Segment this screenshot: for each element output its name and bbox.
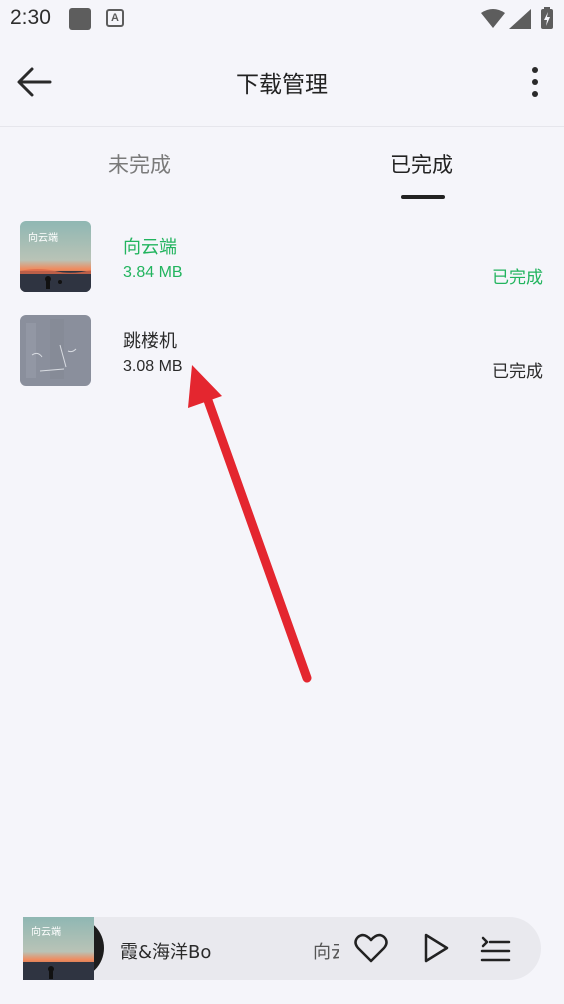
status-time: 2:30 (10, 6, 51, 29)
song-title: 跳楼机 (123, 331, 177, 352)
play-icon[interactable] (417, 930, 453, 966)
playlist-icon[interactable] (477, 930, 513, 966)
tab-incomplete[interactable]: 未完成 (108, 149, 171, 179)
file-size: 3.08 MB (123, 358, 183, 375)
more-options-icon[interactable] (522, 64, 548, 100)
album-cover (20, 315, 91, 386)
next-track-text: 向云端 (313, 942, 339, 963)
player-album-cover: 向云端 (23, 917, 94, 980)
mini-player[interactable] (23, 917, 541, 980)
download-status: 已完成 (492, 268, 543, 288)
tab-completed[interactable]: 已完成 (390, 149, 453, 179)
album-cover: 向云端 (20, 221, 91, 292)
sunset-cover-image: 向云端 (23, 917, 94, 980)
status-bar: 2:30 A (0, 0, 564, 40)
notification-square-icon (69, 8, 91, 30)
download-status: 已完成 (492, 362, 543, 382)
signal-icon (509, 9, 531, 29)
page-title: 下载管理 (236, 72, 328, 98)
wifi-icon (481, 9, 505, 28)
sunset-cover-image: 向云端 (20, 221, 91, 292)
svg-text:向云端: 向云端 (31, 925, 61, 938)
file-size: 3.84 MB (123, 264, 183, 281)
download-item[interactable]: 跳楼机 3.08 MB 已完成 (0, 315, 564, 399)
now-playing-text: 霞&海洋Bo (120, 942, 212, 963)
song-title: 向云端 (123, 237, 177, 258)
download-item[interactable]: 向云端 向云端 3.84 MB 已完成 (0, 221, 564, 305)
tab-indicator (401, 195, 445, 199)
battery-icon (541, 7, 553, 29)
download-tabs: 未完成 已完成 (0, 127, 564, 203)
gray-cover-image (20, 315, 91, 386)
app-bar: 下载管理 (0, 40, 564, 127)
svg-text:向云端: 向云端 (28, 231, 58, 244)
heart-icon[interactable] (353, 930, 389, 966)
notification-a-icon: A (106, 9, 124, 27)
